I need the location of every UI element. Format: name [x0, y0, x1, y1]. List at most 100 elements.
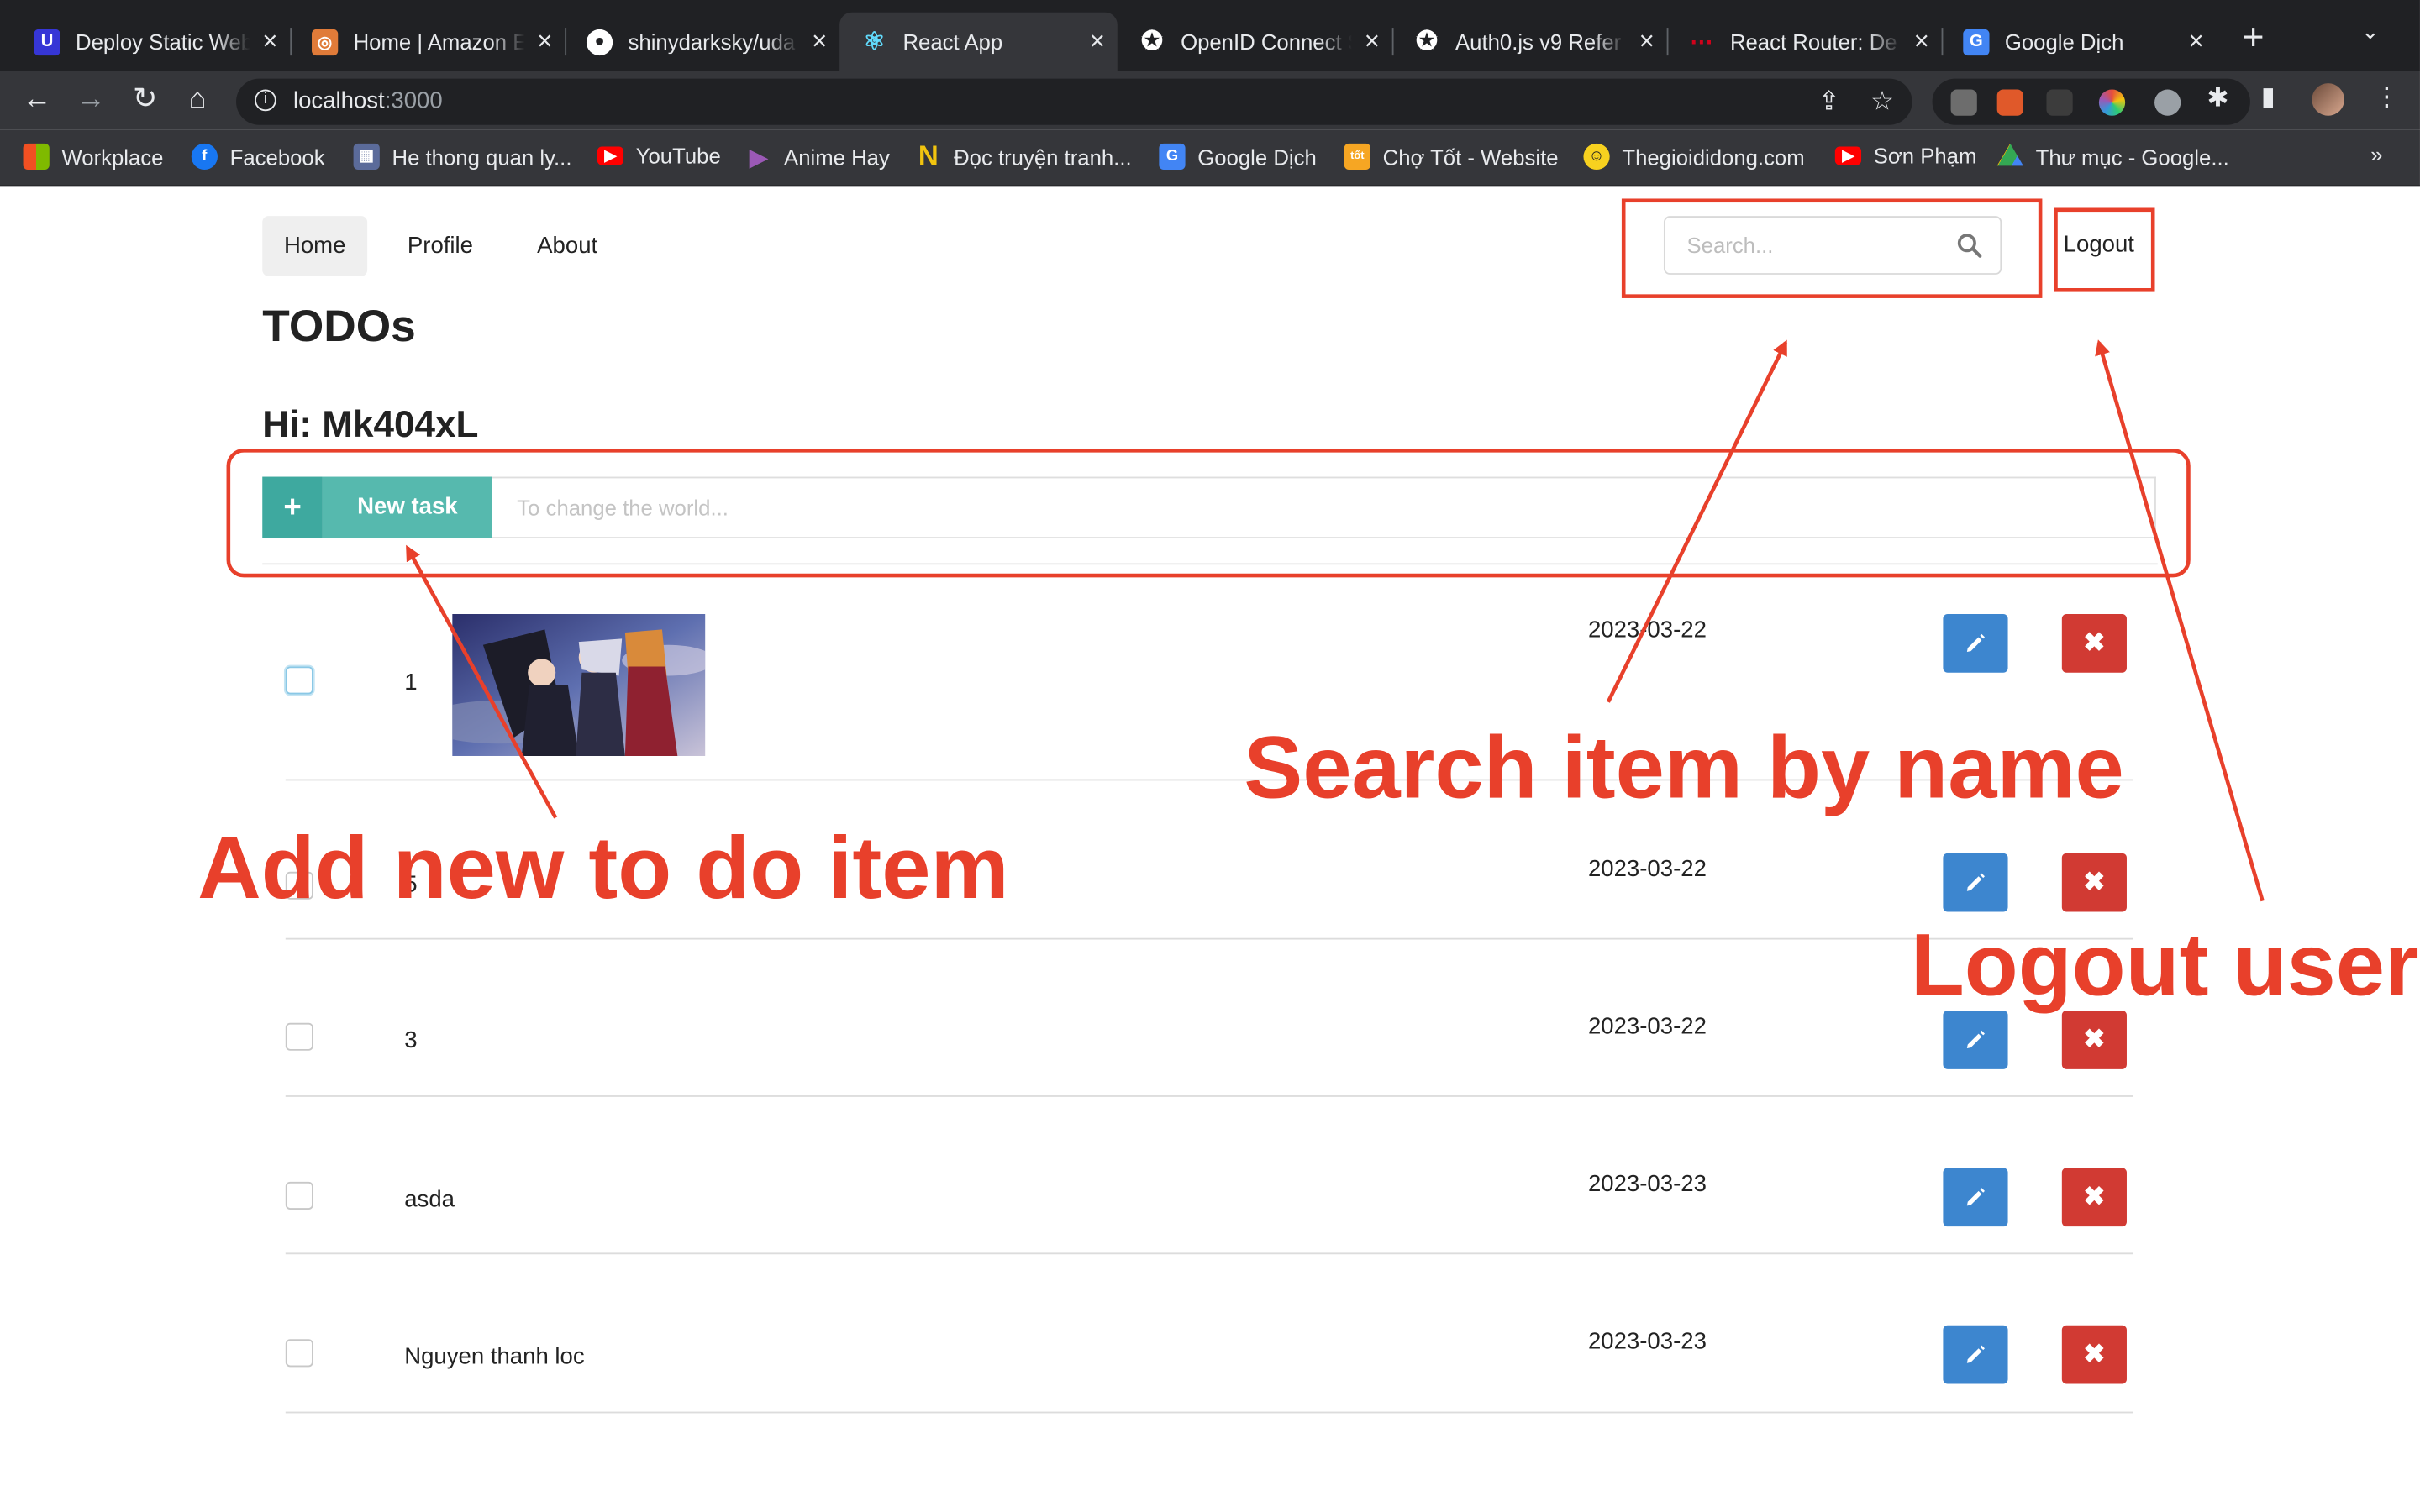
star-icon[interactable]: ☆: [1870, 87, 1894, 118]
todo-checkbox[interactable]: [285, 1022, 313, 1051]
bookmark-item[interactable]: ▶ Anime Hay: [745, 144, 890, 171]
udacity-icon: U: [34, 28, 60, 55]
browser-tab-active[interactable]: ⚛ React App ×: [839, 12, 1118, 71]
puzzle-icon[interactable]: ✱: [2207, 83, 2228, 114]
close-icon: ✖: [2083, 1024, 2106, 1054]
browser-tab[interactable]: G Google Dịch ×: [1942, 13, 2217, 71]
annotation-label-logout: Logout user: [1910, 916, 2419, 1016]
browser-tab[interactable]: ✪ Auth0.js v9 Refer ×: [1392, 13, 1667, 71]
address-bar[interactable]: i localhost:3000 ⇪ ☆: [236, 78, 1912, 125]
home-icon[interactable]: ⌂: [176, 79, 218, 122]
browser-tab[interactable]: ⋯ React Router: De ×: [1667, 13, 1942, 71]
todo-date: 2023-03-22: [1587, 856, 1707, 883]
close-icon[interactable]: ×: [1627, 26, 1667, 57]
edit-button[interactable]: [1943, 853, 2008, 912]
pencil-icon: [1966, 633, 1985, 653]
delete-button[interactable]: ✖: [2061, 1168, 2127, 1227]
todo-checkbox[interactable]: [285, 1339, 313, 1368]
close-icon[interactable]: ×: [2176, 26, 2217, 57]
youtube-icon: ▶: [597, 146, 624, 165]
globe-icon[interactable]: [2154, 89, 2181, 116]
extensions-group: ✱: [1932, 78, 2250, 125]
pencil-icon: [1966, 1188, 1985, 1206]
browser-tab[interactable]: ◎ Home | Amazon E ×: [290, 13, 565, 71]
tab-title: React App: [902, 29, 1003, 55]
pencil-icon: [1966, 1345, 1985, 1363]
close-icon[interactable]: ×: [1902, 26, 1942, 57]
bookmark-item[interactable]: ▦ He thong quan ly...: [353, 143, 571, 171]
chotot-icon: tốt: [1344, 143, 1370, 171]
close-icon[interactable]: ×: [1077, 26, 1118, 57]
close-icon: ✖: [2083, 867, 2106, 897]
chevron-down-icon[interactable]: ⌄: [2361, 18, 2380, 45]
todo-row: 3 2023-03-22 ✖: [285, 940, 2133, 1097]
bookmark-item[interactable]: ▶ YouTube: [597, 144, 721, 168]
search-input[interactable]: [1665, 217, 1944, 274]
edit-button[interactable]: [1943, 1168, 2008, 1227]
tgdd-icon: ☺: [1583, 143, 1610, 171]
todo-name: asda: [404, 1186, 455, 1213]
extension-icon[interactable]: [2046, 89, 2073, 116]
delete-button[interactable]: ✖: [2061, 1011, 2127, 1069]
menu-item-about[interactable]: About: [515, 216, 618, 276]
avatar[interactable]: [2312, 83, 2344, 116]
delete-button[interactable]: ✖: [2061, 614, 2127, 673]
new-tab-button[interactable]: +: [2232, 17, 2275, 60]
menu-item-home[interactable]: Home: [262, 216, 368, 276]
edit-button[interactable]: [1943, 1325, 2008, 1384]
extension-icon[interactable]: [1950, 89, 1977, 116]
bookmark-item[interactable]: f Facebook: [191, 143, 325, 171]
bookmark-item[interactable]: Thư mục - Google...: [1996, 143, 2229, 170]
annotation-label-add: Add new to do item: [197, 819, 1009, 918]
logout-button[interactable]: Logout: [2064, 232, 2134, 258]
close-icon[interactable]: ×: [1352, 26, 1392, 57]
menu-item-profile[interactable]: Profile: [386, 216, 495, 276]
extension-icon[interactable]: [1996, 89, 2023, 116]
new-task-input[interactable]: [492, 476, 2156, 539]
close-icon[interactable]: ×: [250, 26, 291, 57]
todo-name: 3: [404, 1027, 418, 1054]
bookmark-item[interactable]: ☺ Thegioididong.com: [1583, 143, 1805, 171]
url-text[interactable]: localhost:3000: [293, 88, 443, 114]
bookmark-item[interactable]: ▶ Sơn Phạm: [1834, 144, 1976, 168]
delete-button[interactable]: ✖: [2061, 853, 2127, 912]
new-task-button[interactable]: + New task: [262, 476, 492, 539]
todo-date: 2023-03-22: [1587, 1013, 1707, 1040]
new-task-label[interactable]: New task: [322, 476, 492, 539]
plus-icon[interactable]: +: [262, 476, 323, 539]
calendar-icon: ▦: [353, 143, 380, 171]
side-panel-icon[interactable]: ▮: [2261, 81, 2275, 113]
browser-tab[interactable]: ✪ OpenID Connect S ×: [1118, 13, 1392, 71]
close-icon[interactable]: ×: [524, 26, 565, 57]
react-router-icon: ⋯: [1690, 29, 1713, 56]
browser-tab[interactable]: U Deploy Static Web ×: [13, 13, 291, 71]
forward-button[interactable]: →: [70, 79, 113, 122]
bookmarks-bar: Workplace f Facebook ▦ He thong quan ly.…: [0, 129, 2420, 187]
browser-tab[interactable]: ● shinydarksky/uda ×: [565, 13, 839, 71]
back-button[interactable]: ←: [15, 79, 58, 122]
more-menu-icon[interactable]: ⋮: [2374, 81, 2400, 113]
bookmark-item[interactable]: Workplace: [23, 143, 164, 171]
reload-button[interactable]: ↻: [124, 79, 166, 122]
info-icon[interactable]: i: [255, 89, 276, 112]
search-icon[interactable]: [1957, 233, 1982, 258]
todo-name: Nguyen thanh loc: [404, 1343, 585, 1370]
edit-button[interactable]: [1943, 1011, 2008, 1069]
bookmark-item[interactable]: tốt Chợ Tốt - Website: [1344, 143, 1559, 171]
bookmark-item[interactable]: G Google Dịch: [1159, 143, 1317, 171]
color-picker-icon[interactable]: [2098, 89, 2126, 116]
todo-date: 2023-03-22: [1587, 617, 1707, 643]
todo-date: 2023-03-23: [1587, 1328, 1707, 1355]
bookmarks-overflow-button[interactable]: »: [2370, 142, 2382, 166]
share-icon[interactable]: ⇪: [1818, 87, 1840, 118]
bookmark-item[interactable]: N Đọc truyện tranh...: [915, 140, 1132, 171]
todo-checkbox[interactable]: [285, 1181, 313, 1210]
tab-title: shinydarksky/uda: [628, 29, 796, 55]
close-icon[interactable]: ×: [799, 26, 839, 57]
delete-button[interactable]: ✖: [2061, 1325, 2127, 1384]
todo-row: Nguyen thanh loc 2023-03-23 ✖: [285, 1254, 2133, 1414]
auth0-icon: ✪: [1141, 26, 1164, 56]
todo-attachment-image[interactable]: [452, 614, 706, 756]
edit-button[interactable]: [1943, 614, 2008, 673]
todo-checkbox[interactable]: [285, 666, 313, 695]
